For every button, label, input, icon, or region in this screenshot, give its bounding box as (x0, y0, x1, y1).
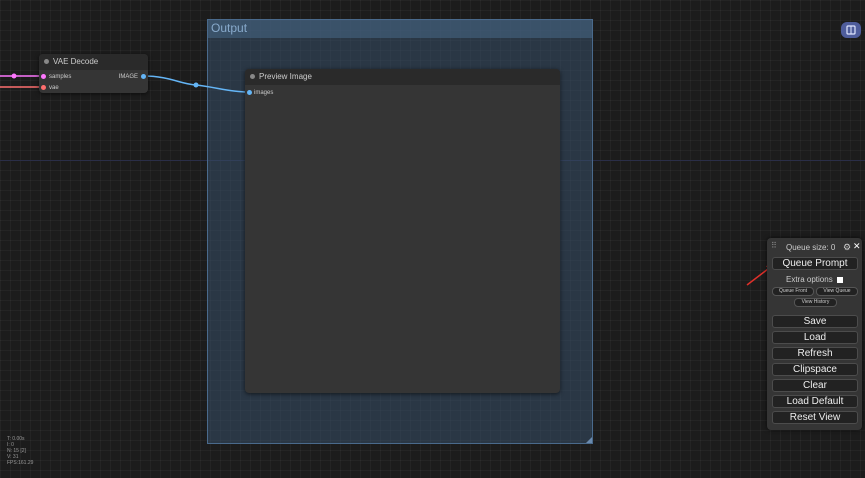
queue-size-label: Queue size: 0 (786, 243, 836, 252)
collapse-dot-icon[interactable] (250, 74, 255, 79)
queue-prompt-button[interactable]: Queue Prompt (772, 257, 858, 270)
close-icon[interactable]: ✕ (853, 241, 861, 252)
extra-options-label: Extra options (786, 275, 833, 284)
sidebar-toggle-button[interactable] (841, 22, 861, 38)
clipspace-button[interactable]: Clipspace (772, 363, 858, 376)
drag-handle-icon[interactable]: ⠿ (771, 241, 777, 250)
group-title[interactable]: Output (208, 20, 592, 38)
render-stats: T: 0.00s I: 0 N: 15 [2] V: 31 FPS:161.29 (7, 436, 33, 466)
clear-button[interactable]: Clear (772, 379, 858, 392)
samples-input-label: samples (49, 74, 72, 80)
images-input-pin[interactable] (247, 90, 252, 95)
vae-decode-header[interactable]: VAE Decode (39, 54, 148, 70)
extra-options-row: Extra options (786, 275, 843, 284)
vae-input-pin[interactable] (41, 85, 46, 90)
gear-icon[interactable]: ⚙ (843, 242, 851, 253)
vae-decode-node[interactable]: VAE Decode samples vae IMAGE (39, 54, 148, 93)
images-input-label: images (254, 90, 274, 96)
image-output-label: IMAGE (118, 74, 138, 80)
collapse-dot-icon[interactable] (44, 59, 49, 64)
refresh-button[interactable]: Refresh (772, 347, 858, 360)
load-default-button[interactable]: Load Default (772, 395, 858, 408)
view-queue-button[interactable]: View Queue (816, 287, 858, 296)
preview-image-header[interactable]: Preview Image (245, 69, 560, 85)
stat-fps: FPS:161.29 (7, 460, 34, 466)
reset-view-button[interactable]: Reset View (772, 411, 858, 424)
vae-input-label: vae (49, 85, 59, 91)
save-button[interactable]: Save (772, 315, 858, 328)
image-link-midpoint[interactable] (193, 82, 199, 88)
samples-link-midpoint (11, 73, 17, 79)
group-resize-handle[interactable] (586, 437, 592, 443)
image-output-pin[interactable] (141, 74, 146, 79)
preview-image-node[interactable]: Preview Image images (245, 69, 560, 393)
view-history-button[interactable]: View History (794, 298, 837, 307)
vae-decode-title: VAE Decode (53, 57, 99, 66)
extra-options-checkbox[interactable] (836, 276, 843, 283)
panel-icon (846, 25, 856, 35)
queue-front-button[interactable]: Queue Front (772, 287, 814, 296)
queue-panel-header: ⠿ Queue size: 0 ⚙ ✕ (767, 241, 862, 255)
queue-panel: ⠿ Queue size: 0 ⚙ ✕ Queue Prompt Extra o… (767, 238, 862, 430)
load-button[interactable]: Load (772, 331, 858, 344)
preview-image-title: Preview Image (259, 72, 312, 81)
samples-input-pin[interactable] (41, 74, 46, 79)
